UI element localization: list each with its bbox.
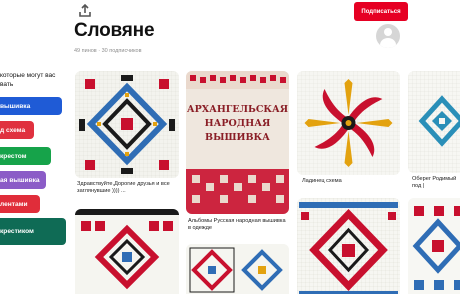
pin-count: 49 пинов (74, 48, 97, 54)
board-meta: 49 пинов · 30 подписчиков (74, 48, 142, 54)
pin-image-5[interactable] (75, 209, 179, 294)
pin-caption-1[interactable]: Здравствуйте,Дорогие друзья и все заглян… (77, 181, 179, 195)
meta-separator: · (98, 48, 101, 54)
topic-chip-1[interactable]: вышивка (0, 97, 62, 115)
follow-button[interactable]: Подписаться (354, 2, 408, 21)
related-heading: которые могут вас вать (0, 71, 70, 89)
pin-image-8[interactable] (408, 198, 460, 294)
avatar-head (384, 28, 392, 36)
topic-chip-2[interactable]: д схема (0, 121, 34, 139)
pin-caption-3[interactable]: Ладинец схема (302, 178, 398, 185)
pin-image-2[interactable]: АРХАНГЕЛЬСКАЯ НАРОДНАЯ ВЫШИВКА (186, 71, 289, 214)
pin-image-6[interactable] (186, 244, 289, 294)
book-title-line-1: АРХАНГЕЛЬСКАЯ (187, 104, 288, 115)
follower-count[interactable]: 30 подписчиков (102, 48, 142, 54)
pin-image-3[interactable] (297, 71, 400, 175)
pin-image-4[interactable] (408, 71, 460, 173)
pin-image-1[interactable] (75, 71, 179, 178)
board-title: Словяне (74, 20, 155, 41)
book-title-line-2: НАРОДНАЯ (205, 118, 271, 129)
topic-chip-5[interactable]: лентами (0, 195, 40, 213)
share-button[interactable] (77, 3, 93, 19)
topic-chip-4[interactable]: ая вышивка (0, 171, 46, 189)
pin-image-7[interactable] (297, 198, 400, 294)
topic-chip-6[interactable]: крестиком (0, 218, 66, 245)
avatar-body (380, 38, 396, 48)
topic-chip-3[interactable]: крестом (0, 147, 51, 165)
avatar[interactable] (376, 24, 400, 48)
pin-caption-4[interactable]: Оберег Родимый под | (412, 176, 460, 190)
pin-caption-2[interactable]: Альбомы Русская народная вышивка в одежд… (188, 218, 288, 232)
book-title-line-3: ВЫШИВКА (205, 132, 270, 143)
related-heading-line-2: вать (0, 81, 14, 88)
share-icon (79, 3, 91, 17)
related-heading-line-1: которые могут вас (0, 72, 56, 79)
